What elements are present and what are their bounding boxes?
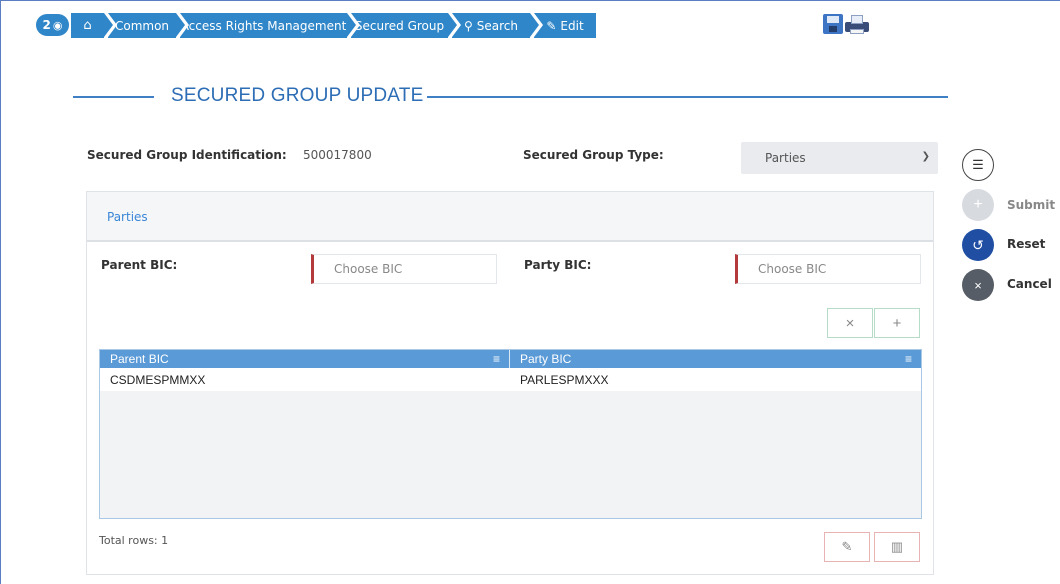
breadcrumb-label: Common — [114, 18, 170, 33]
column-header-label: Party BIC — [520, 352, 572, 366]
parent-bic-placeholder: Choose BIC — [334, 262, 403, 276]
trash-icon: ▥ — [890, 539, 904, 554]
close-icon: × — [974, 277, 982, 293]
delete-row-button[interactable]: ▥ — [874, 532, 920, 562]
home-icon[interactable]: ⌂ — [71, 13, 113, 38]
breadcrumb-access-rights-management[interactable]: Access Rights Management — [180, 13, 356, 38]
cell-parent-bic: CSDMESPMMXX — [110, 372, 206, 387]
breadcrumb-label: Access Rights Management — [180, 18, 347, 33]
parties-panel: Parties Parent BIC: Choose BIC Party BIC… — [86, 191, 934, 575]
parent-bic-input[interactable]: Choose BIC — [311, 254, 497, 284]
view-count: 2 — [42, 18, 51, 32]
breadcrumb-search[interactable]: ⚲ Search — [452, 13, 539, 38]
edit-row-button[interactable]: ✎ — [824, 532, 870, 562]
chevron-down-icon: ❯ — [921, 151, 930, 162]
plus-icon: + — [973, 196, 983, 213]
column-header-label: Parent BIC — [110, 352, 169, 366]
bic-grid: Parent BIC ≡ Party BIC ≡ CSDMESPMMXX PAR… — [99, 349, 922, 519]
view-count-badge[interactable]: 2 ◉ — [36, 14, 69, 36]
app-frame: 2 ◉ ⌂ Common Access Rights Management Se… — [0, 0, 1060, 584]
clear-button[interactable]: × — [827, 308, 873, 338]
edit-icon: ✎ — [546, 18, 557, 33]
submit-button[interactable]: + — [962, 189, 994, 221]
print-icon[interactable] — [845, 14, 871, 34]
column-menu-icon[interactable]: ≡ — [493, 352, 500, 366]
edit-pencil-icon: ✎ — [841, 539, 853, 554]
toolbar — [823, 14, 871, 34]
cancel-button[interactable]: × — [962, 269, 994, 301]
list-menu-button[interactable]: ☰ — [962, 149, 994, 181]
breadcrumb-edit[interactable]: ✎ Edit — [534, 13, 596, 38]
title-rule-left — [73, 96, 154, 98]
parent-bic-label: Parent BIC: — [101, 258, 178, 272]
secured-group-type-label: Secured Group Type: — [523, 148, 664, 162]
column-header-party-bic[interactable]: Party BIC ≡ — [510, 350, 921, 368]
tab-parties[interactable]: Parties — [107, 210, 148, 224]
total-rows: Total rows: 1 — [99, 534, 169, 547]
cancel-label[interactable]: Cancel — [1007, 277, 1052, 291]
add-button[interactable]: + — [874, 308, 920, 338]
reset-label[interactable]: Reset — [1007, 237, 1045, 251]
breadcrumb-label: Edit — [560, 18, 584, 33]
party-bic-placeholder: Choose BIC — [758, 262, 827, 276]
breadcrumb-secured-group[interactable]: Secured Group — [351, 13, 457, 38]
panel-header: Parties — [87, 192, 933, 242]
party-bic-input[interactable]: Choose BIC — [735, 254, 921, 284]
table-row[interactable]: CSDMESPMMXX PARLESPMXXX — [100, 368, 921, 391]
secured-group-type-select[interactable]: Parties ❯ — [741, 142, 938, 174]
party-bic-label: Party BIC: — [524, 258, 592, 272]
secured-group-id-label: Secured Group Identification: — [87, 148, 287, 162]
cell-party-bic: PARLESPMXXX — [520, 372, 609, 387]
reset-undo-icon: ↺ — [972, 236, 984, 253]
view-count-eye-icon: ◉ — [52, 18, 63, 32]
grid-header: Parent BIC ≡ Party BIC ≡ — [100, 350, 921, 368]
secured-group-type-value: Parties — [765, 151, 806, 165]
clear-icon: × — [845, 314, 855, 332]
secured-group-id-value: 500017800 — [303, 148, 372, 162]
submit-label[interactable]: Submit — [1007, 198, 1055, 212]
breadcrumb: ⌂ Common Access Rights Management Secure… — [71, 13, 600, 38]
title-rule-right — [427, 96, 948, 98]
breadcrumb-label: Search — [476, 18, 519, 33]
page-title: SECURED GROUP UPDATE — [171, 85, 424, 106]
column-menu-icon[interactable]: ≡ — [905, 352, 912, 366]
breadcrumb-common[interactable]: Common — [108, 13, 185, 38]
save-icon[interactable] — [823, 14, 843, 34]
reset-button[interactable]: ↺ — [962, 229, 994, 261]
breadcrumb-label: Secured Group — [354, 18, 445, 33]
search-icon: ⚲ — [463, 18, 473, 33]
add-icon: + — [892, 314, 902, 332]
list-icon: ☰ — [972, 157, 984, 172]
column-header-parent-bic[interactable]: Parent BIC ≡ — [100, 350, 510, 368]
